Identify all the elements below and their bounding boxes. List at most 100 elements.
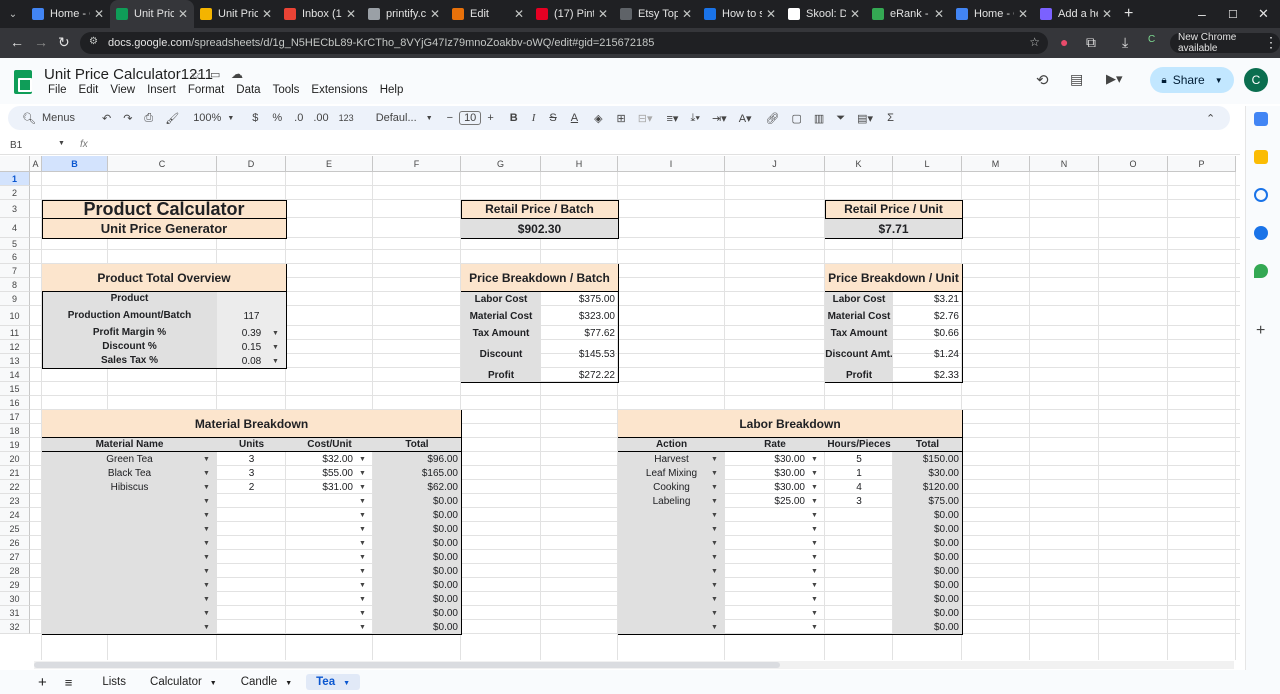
overview-dropdown-icon[interactable]: ▼ [272,344,279,351]
rotate-icon[interactable]: A▾ [739,112,752,125]
paint-format-icon[interactable]: 🖌︎ [165,112,179,125]
action-dropdown-icon[interactable]: ▼ [711,484,718,491]
sheet-tab-lists[interactable]: Lists [92,674,136,690]
scroll-thumb[interactable] [34,662,780,668]
cost-dropdown-icon[interactable]: ▼ [359,484,366,491]
menu-help[interactable]: Help [374,84,410,96]
row-header[interactable]: 3 [0,200,30,218]
column-header[interactable]: D [217,156,286,172]
rate-dropdown-icon[interactable]: ▼ [811,554,818,561]
horizontal-scrollbar[interactable] [34,661,1234,669]
column-header[interactable]: A [30,156,42,172]
labor-cell[interactable] [725,508,825,522]
menu-format[interactable]: Format [182,84,230,96]
material-cell[interactable] [217,564,286,578]
rate-dropdown-icon[interactable]: ▼ [811,624,818,631]
sheet-tab-menu-icon[interactable]: ▼ [210,680,217,687]
tab-search-icon[interactable]: ⌄ [0,9,26,20]
print-icon[interactable]: ⎙ [144,112,153,125]
extension-icon[interactable]: ● [1060,34,1068,50]
new-tab-button[interactable]: + [1124,5,1133,23]
share-button[interactable]: 🔒︎ Share ▼ [1150,67,1234,93]
browser-tab[interactable]: printify.co ✕ [362,0,446,28]
labor-cell[interactable] [825,522,893,536]
labor-cell[interactable] [618,550,725,564]
tab-close-icon[interactable]: ✕ [514,7,524,21]
labor-cell[interactable] [618,592,725,606]
move-folder-icon[interactable]: ▭ [210,68,220,81]
row-header[interactable]: 5 [0,238,30,250]
rate-dropdown-icon[interactable]: ▼ [811,526,818,533]
browser-tab[interactable]: Unit Price ✕ [110,0,194,28]
row-header[interactable]: 8 [0,278,30,292]
share-dropdown-icon[interactable]: ▼ [1215,76,1223,85]
sheet-tab-menu-icon[interactable]: ▼ [285,680,292,687]
material-cell[interactable] [217,578,286,592]
labor-cell[interactable]: Labeling [618,494,725,508]
maps-icon[interactable] [1254,264,1268,278]
menu-edit[interactable]: Edit [73,84,105,96]
cost-dropdown-icon[interactable]: ▼ [359,540,366,547]
menu-extensions[interactable]: Extensions [305,84,373,96]
site-info-icon[interactable]: ⚙ [89,36,98,47]
fill-color-icon[interactable]: ◈ [594,112,602,125]
material-cell[interactable]: 2 [217,480,286,494]
material-cell[interactable] [217,536,286,550]
material-name-dropdown-icon[interactable]: ▼ [203,484,210,491]
material-name-dropdown-icon[interactable]: ▼ [203,596,210,603]
merge-cells-icon[interactable]: ⊟▾ [638,112,653,125]
sheet-tab-calculator[interactable]: Calculator ▼ [140,674,227,690]
font-dropdown-icon[interactable]: ▼ [426,115,433,122]
search-menus-icon[interactable]: 🔍︎ [22,112,36,125]
material-name-dropdown-icon[interactable]: ▼ [203,582,210,589]
column-header[interactable]: N [1030,156,1099,172]
action-dropdown-icon[interactable]: ▼ [711,540,718,547]
material-cell[interactable]: 3 [217,466,286,480]
formula-input[interactable] [100,140,1200,152]
tab-close-icon[interactable]: ✕ [1102,7,1112,21]
tab-close-icon[interactable]: ✕ [934,7,944,21]
tab-close-icon[interactable]: ✕ [598,7,608,21]
tab-close-icon[interactable]: ✕ [346,7,356,21]
rate-dropdown-icon[interactable]: ▼ [811,512,818,519]
labor-cell[interactable]: 5 [825,452,893,466]
action-dropdown-icon[interactable]: ▼ [711,526,718,533]
column-header[interactable]: H [541,156,618,172]
column-header[interactable]: C [108,156,217,172]
material-name-dropdown-icon[interactable]: ▼ [203,456,210,463]
action-dropdown-icon[interactable]: ▼ [711,610,718,617]
material-cell[interactable]: Black Tea [42,466,217,480]
labor-cell[interactable] [725,606,825,620]
material-cell[interactable] [217,606,286,620]
download-icon[interactable]: ⤓ [1122,34,1128,51]
row-header[interactable]: 22 [0,480,30,494]
column-header[interactable]: E [286,156,373,172]
cost-dropdown-icon[interactable]: ▼ [359,596,366,603]
row-header[interactable]: 14 [0,368,30,382]
name-box[interactable]: B1 [10,140,22,151]
column-header[interactable]: J [725,156,825,172]
material-name-dropdown-icon[interactable]: ▼ [203,624,210,631]
material-name-dropdown-icon[interactable]: ▼ [203,540,210,547]
borders-icon[interactable]: ⊞ [617,112,626,125]
extensions-puzzle-icon[interactable]: ⧉ [1086,34,1096,51]
labor-cell[interactable] [725,620,825,634]
material-name-dropdown-icon[interactable]: ▼ [203,610,210,617]
browser-tab[interactable]: Unit Price ✕ [194,0,278,28]
star-icon[interactable]: ☆ [190,67,202,83]
material-name-dropdown-icon[interactable]: ▼ [203,512,210,519]
material-cell[interactable] [42,522,217,536]
row-header[interactable]: 23 [0,494,30,508]
labor-cell[interactable] [825,564,893,578]
labor-cell[interactable] [825,620,893,634]
browser-tab[interactable]: Add a hea ✕ [1034,0,1118,28]
row-header[interactable]: 25 [0,522,30,536]
collapse-toolbar-icon[interactable]: ⌃ [1206,112,1215,125]
row-header[interactable]: 17 [0,410,30,424]
labor-cell[interactable] [725,522,825,536]
material-cell[interactable] [217,522,286,536]
labor-cell[interactable]: Leaf Mixing [618,466,725,480]
column-header[interactable]: B [42,156,108,172]
row-header[interactable]: 18 [0,424,30,438]
action-dropdown-icon[interactable]: ▼ [711,554,718,561]
